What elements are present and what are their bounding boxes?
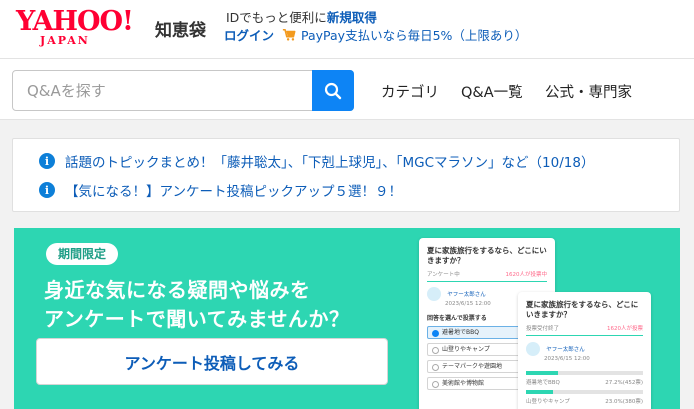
banner-title-line2: アンケートで聞いてみませんか？ [44,307,350,331]
card-result: 避暑地でBBQ 27.2%(452票) 山登りやキャンプ 23.0%(380票) [526,370,643,405]
card-author: ヤフー太郎さん [526,342,643,356]
nav-qa-list[interactable]: Q&A一覧 [461,81,523,102]
notice-text: 【気になる！】アンケート投稿ピックアップ５選！９！ [65,184,402,200]
card-question: 夏に家族旅行をするなら、どこにいきますか？ [427,246,547,265]
result-bar-fill [526,371,558,375]
id-promo-text: IDでもっと便利に [226,10,327,25]
limited-time-badge: 期間限定 [46,243,119,265]
logo-japan-text: JAPAN [40,34,90,47]
info-icon: i [39,153,55,169]
nav-category[interactable]: カテゴリ [381,81,439,102]
result-bar-fill [526,390,553,394]
service-name: 知恵袋 [155,21,206,41]
card-user: ヤフー太郎さん [546,347,585,353]
notice-item-topics[interactable]: i 話題のトピックまとめ！「藤井聡太」、「下剋上球児」、「MGCマラソン」など（… [39,151,594,171]
result-bar [526,370,643,382]
avatar [526,342,540,356]
notice-item-survey[interactable]: i 【気になる！】アンケート投稿ピックアップ５選！９！ [39,180,402,200]
nav-official-experts[interactable]: 公式・専門家 [545,81,632,102]
site-header: YAHOO! JAPAN 知恵袋 IDでもっと便利に新規取得 ログイン PayP… [0,0,694,58]
card-status: 投票受付終了 [526,326,560,332]
card-user: ヤフー太郎さん [447,292,486,298]
card-date: 2023/6/15 12:00 [544,356,590,362]
login-link[interactable]: ログイン [224,25,274,44]
card-vote-count: 1620人が投票中 [505,272,548,278]
login-row: ログイン PayPay支払いなら毎日5%（上限あり） [224,25,527,44]
shopping-cart-icon [282,28,296,41]
card-meta: アンケート中 1620人が投票中 [427,270,547,282]
card-status: アンケート中 [427,272,460,278]
banner-title-line1: 身近な気になる疑問や悩みを [44,278,311,302]
survey-promo-banner[interactable]: 期間限定 身近な気になる疑問や悩みを アンケートで聞いてみませんか？ アンケート… [14,228,680,409]
search-button[interactable] [312,70,354,111]
avatar [427,287,441,301]
card-question: 夏に家族旅行をするなら、どこにいきますか？ [526,300,639,319]
search-icon [324,82,342,99]
search-input[interactable] [13,71,313,110]
info-icon: i [39,182,55,198]
survey-card-results: 夏に家族旅行をするなら、どこにいきますか？ 投票受付終了 1620人が投票 ヤフ… [518,292,651,409]
id-promo: IDでもっと便利に新規取得 [226,7,377,26]
register-link[interactable]: 新規取得 [327,10,377,25]
yahoo-japan-logo[interactable]: YAHOO! JAPAN 知恵袋 [16,6,206,52]
paypay-promo-link[interactable]: PayPay支払いなら毎日5%（上限あり） [301,25,527,44]
card-vote-count: 1620人が投票 [607,326,643,332]
post-survey-button[interactable]: アンケート投稿してみる [36,338,388,385]
notice-box: i 話題のトピックまとめ！「藤井聡太」、「下剋上球児」、「MGCマラソン」など（… [12,138,680,212]
card-meta: 投票受付終了 1620人が投票 [526,324,643,336]
notice-text: 話題のトピックまとめ！「藤井聡太」、「下剋上球児」、「MGCマラソン」など（10… [65,155,595,171]
result-bar [526,389,643,401]
search-box [12,70,354,111]
